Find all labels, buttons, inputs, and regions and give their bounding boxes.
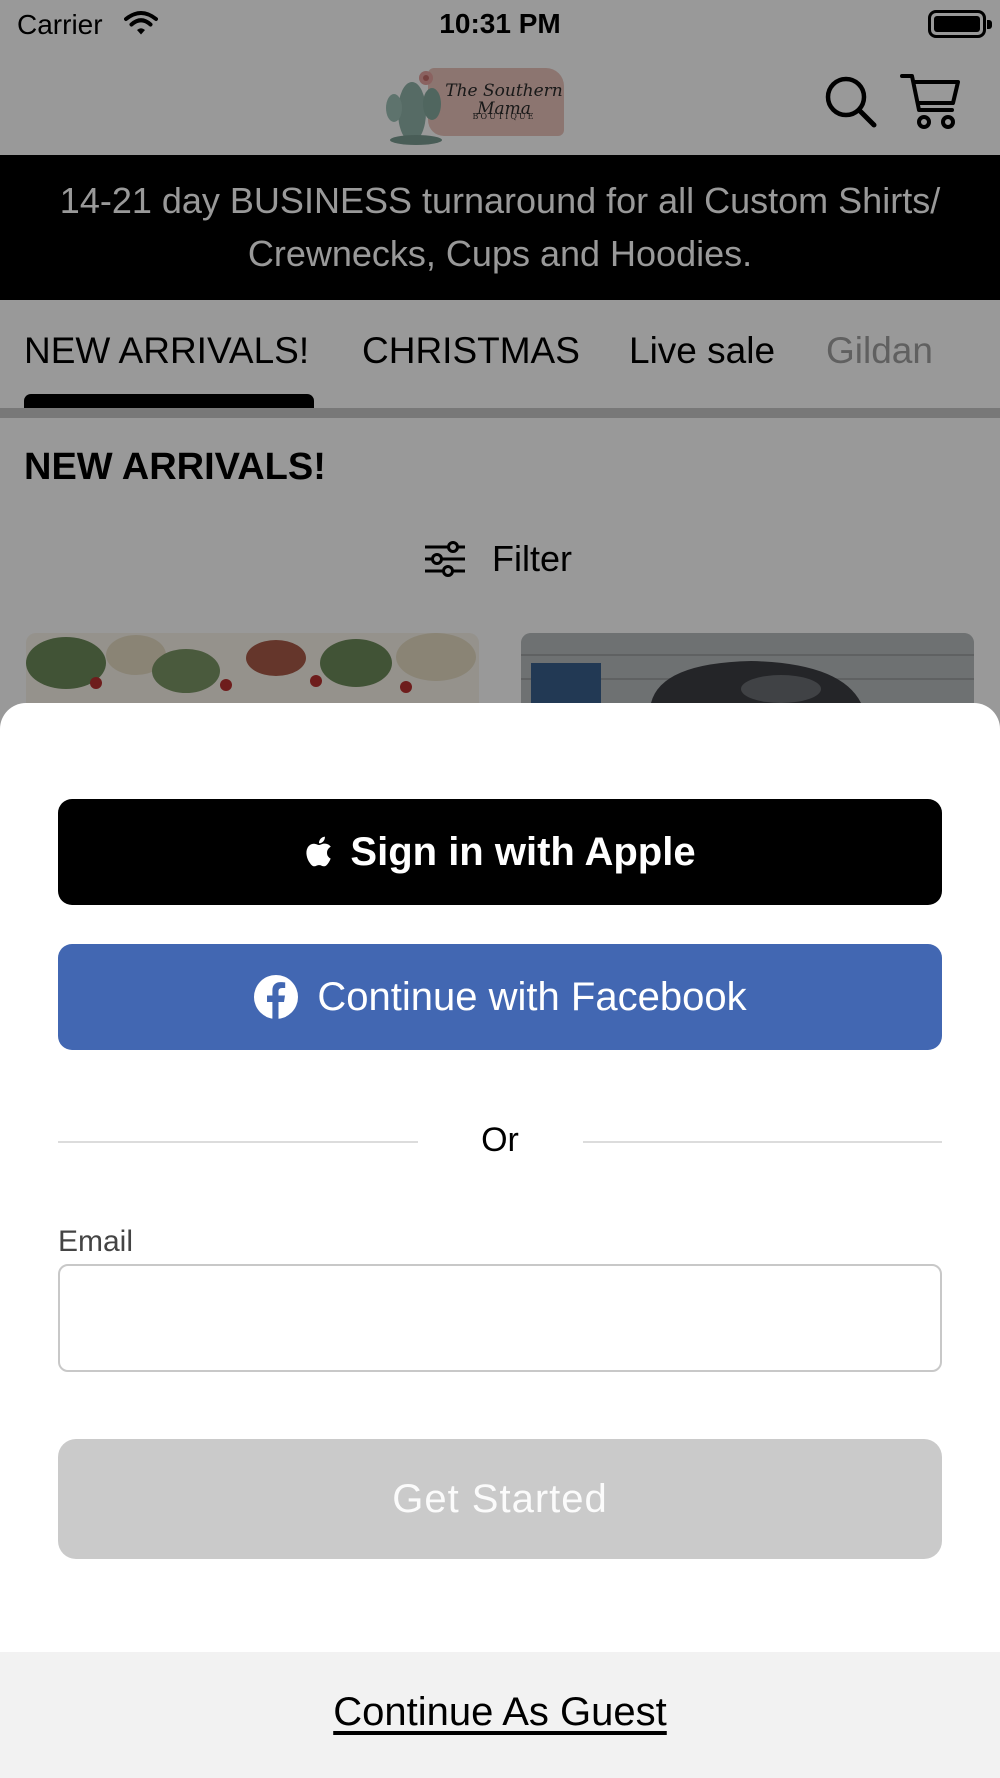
divider-right [583,1141,942,1143]
get-started-label: Get Started [392,1476,608,1521]
guest-footer: Continue As Guest [0,1652,1000,1778]
facebook-button-label: Continue with Facebook [317,974,747,1019]
apple-icon [306,836,332,867]
facebook-icon [254,975,299,1019]
apple-button-label: Sign in with Apple [350,829,696,874]
email-field[interactable] [58,1264,942,1372]
login-sheet: Sign in with Apple Continue with Faceboo… [0,703,1000,1778]
screen: Carrier 10:31 PM The Southern Mama BOUTI… [0,0,1000,1778]
sign-in-with-apple-button[interactable]: Sign in with Apple [58,799,942,905]
email-label: Email [58,1225,134,1258]
get-started-button[interactable]: Get Started [58,1439,942,1559]
continue-as-guest-link[interactable]: Continue As Guest [0,1690,1000,1735]
continue-with-facebook-button[interactable]: Continue with Facebook [58,944,942,1050]
